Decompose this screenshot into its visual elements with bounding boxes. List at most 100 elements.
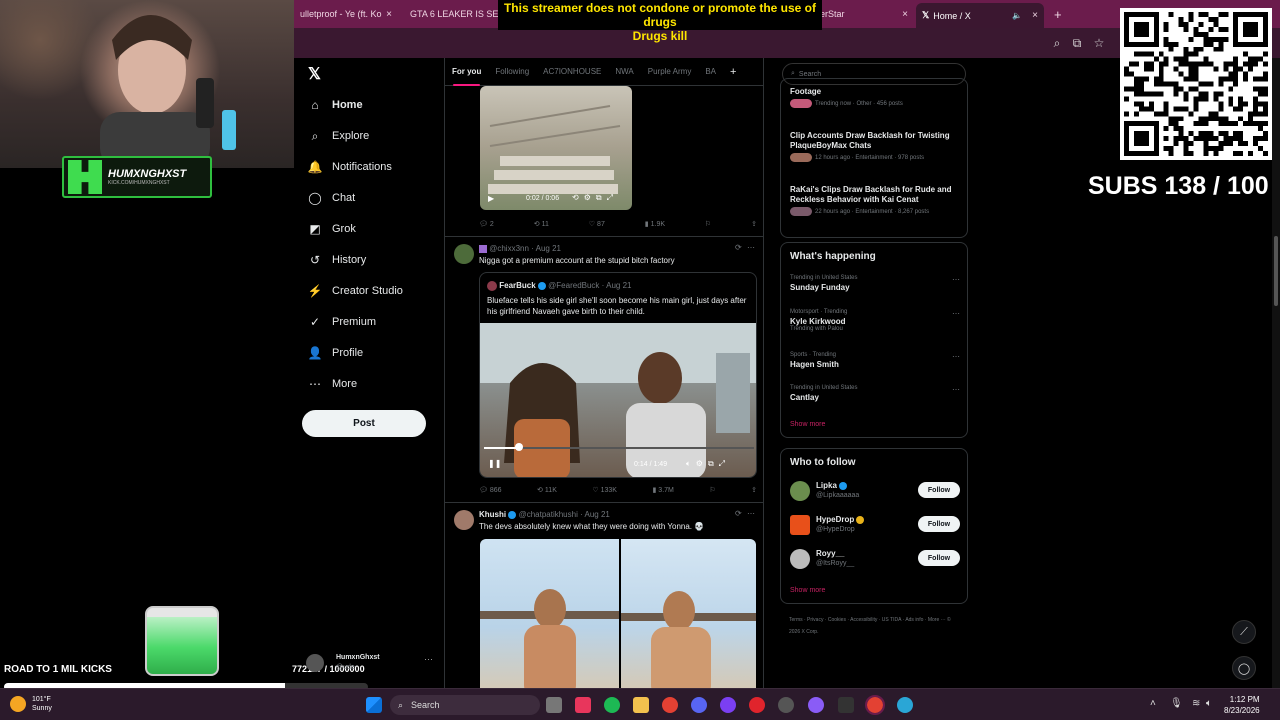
close-icon[interactable]: × xyxy=(386,9,392,20)
more-icon[interactable]: ⋯ xyxy=(952,309,960,318)
discord-icon[interactable] xyxy=(691,697,707,713)
obs-icon[interactable] xyxy=(778,697,794,713)
new-tab-button[interactable]: + xyxy=(1048,3,1068,25)
more-icon[interactable]: ⋯ xyxy=(952,385,960,394)
clock[interactable]: 1:12 PM 8/23/2026 xyxy=(1224,694,1260,716)
account-switcher[interactable]: HumxnGhxst @ude ··· xyxy=(306,652,436,674)
trend-item[interactable]: Trending in United States Cantlay ⋯ xyxy=(790,385,960,402)
tweet-handle[interactable]: @chatpatikhushi xyxy=(519,510,578,519)
trend-item[interactable]: Trending in United States Sunday Funday … xyxy=(790,275,960,292)
sidebar-item-grok[interactable]: ◩ Grok xyxy=(308,222,356,236)
bookmark-button[interactable]: ⚐ xyxy=(709,486,715,494)
app-icon[interactable] xyxy=(897,697,913,713)
sidebar-item-premium[interactable]: ✓ Premium xyxy=(308,315,376,329)
avatar[interactable] xyxy=(454,510,474,530)
trend-item[interactable]: Sports · Trending Hagen Smith ⋯ xyxy=(790,352,960,369)
more-icon[interactable]: ⋯ xyxy=(952,352,960,361)
post-button[interactable]: Post xyxy=(302,410,426,437)
video-controls[interactable]: ⟲⚙⧉⤢ xyxy=(572,193,618,203)
news-item[interactable]: RaKai's Clips Draw Backlash for Rude and… xyxy=(790,185,960,216)
sidebar-item-chat[interactable]: ◯ Chat xyxy=(308,191,355,205)
news-item[interactable]: Clip Accounts Draw Backlash for Twisting… xyxy=(790,131,960,162)
share-button[interactable]: ⇪ xyxy=(751,486,757,494)
music-icon[interactable] xyxy=(575,697,591,713)
video-controls[interactable]: 🔈︎⚙⧉⤢ xyxy=(686,459,730,469)
zoom-icon[interactable]: ⌕ xyxy=(1050,36,1064,50)
tweet-image[interactable] xyxy=(480,539,619,688)
more-icon[interactable]: ⋯ xyxy=(747,243,755,252)
follow-button[interactable]: Follow xyxy=(918,550,960,566)
chat-icon[interactable]: ◯ xyxy=(1232,656,1256,680)
app-icon[interactable] xyxy=(808,697,824,713)
news-item[interactable]: Footage Trending now · Other · 456 posts xyxy=(790,87,960,108)
quote-tweet[interactable]: FearBuck @FearedBuck · Aug 21 Blueface t… xyxy=(479,272,757,478)
sidebar-item-creator-studio[interactable]: ⚡ Creator Studio xyxy=(308,284,403,298)
browser-tab-x-home[interactable]: 𝕏 Home / X 🔈 × xyxy=(916,3,1044,28)
chrome-active-icon[interactable] xyxy=(865,695,885,715)
tab-ba[interactable]: BA xyxy=(698,58,723,86)
browser-tab-erstar[interactable]: erStar × xyxy=(814,3,914,25)
sidebar-item-notifications[interactable]: 🔔 Notifications xyxy=(308,160,392,174)
sidebar-item-history[interactable]: ↺ History xyxy=(308,253,366,267)
close-icon[interactable]: × xyxy=(902,9,908,20)
windows-start-icon[interactable] xyxy=(366,697,382,713)
show-more-link[interactable]: Show more xyxy=(790,587,825,594)
footer-links[interactable]: Terms · Privacy · Cookies · Accessibilit… xyxy=(789,614,959,638)
repost-button[interactable]: ⟲ 11K xyxy=(537,486,557,495)
more-icon[interactable]: ⋯ xyxy=(952,275,960,284)
share-button[interactable]: ⇪ xyxy=(751,220,757,228)
x-logo-icon[interactable]: 𝕏 xyxy=(308,64,321,84)
quote-video[interactable]: ❚❚ 0:14 / 1:49 🔈︎⚙⧉⤢ xyxy=(480,323,756,477)
follow-suggestion[interactable]: Lipka @Lipkaaaaaa Follow xyxy=(790,479,960,505)
grok-icon[interactable]: ⟳ xyxy=(735,509,742,518)
folder-icon[interactable] xyxy=(633,697,649,713)
tweet-video[interactable]: ▶ 0:02 / 0:06 ⟲⚙⧉⤢ xyxy=(480,86,632,210)
grok-icon[interactable]: ⟋ xyxy=(1232,620,1256,644)
follow-button[interactable]: Follow xyxy=(918,482,960,498)
sidebar-item-home[interactable]: ⌂ Home xyxy=(308,98,362,112)
avatar[interactable] xyxy=(454,244,474,264)
play-icon[interactable]: ▶ xyxy=(488,194,494,203)
like-button[interactable]: ♡ 87 xyxy=(589,220,605,229)
like-button[interactable]: ♡ 133K xyxy=(592,486,617,495)
sidebar-item-profile[interactable]: 👤 Profile xyxy=(308,346,364,360)
chrome-icon[interactable] xyxy=(662,697,678,713)
repost-button[interactable]: ⟲ 11 xyxy=(534,220,549,229)
reply-button[interactable]: 💬︎ 2 xyxy=(479,220,494,229)
follow-suggestion[interactable]: Royy__ @ItsRoyy__ Follow xyxy=(790,547,960,573)
tweet-date[interactable]: Aug 21 xyxy=(585,510,610,519)
tweet-handle[interactable]: @chixx3nn xyxy=(489,244,529,253)
tweet-image[interactable] xyxy=(621,539,756,688)
volume-icon[interactable]: 🔈︎ xyxy=(1206,698,1212,709)
bookmark-button[interactable]: ⚐ xyxy=(705,220,711,228)
tab-for-you[interactable]: For you xyxy=(445,58,488,86)
taskbar-search[interactable]: ⌕ Search xyxy=(390,695,540,715)
follow-suggestion[interactable]: HypeDrop @HypeDrop Follow xyxy=(790,513,960,539)
tweet-date[interactable]: Aug 21 xyxy=(536,244,561,253)
browser-tab-music[interactable]: ulletproof - Ye (ft. Ko × xyxy=(294,3,398,25)
close-icon[interactable]: × xyxy=(1032,10,1038,21)
spotify-icon[interactable] xyxy=(604,697,620,713)
sidebar-item-explore[interactable]: ⌕ Explore xyxy=(308,129,370,143)
video-scrubber[interactable] xyxy=(484,447,754,449)
add-tab-button[interactable]: + xyxy=(723,58,743,86)
tweet-name[interactable]: Khushi xyxy=(479,510,506,519)
tab-ac7ionhouse[interactable]: AC7IONHOUSE xyxy=(536,58,608,86)
more-icon[interactable]: ⋯ xyxy=(747,509,755,518)
terminal-icon[interactable] xyxy=(838,697,854,713)
grok-icon[interactable]: ⟳ xyxy=(735,243,742,252)
views-button[interactable]: ▮ 1.9K xyxy=(645,220,665,229)
chevron-up-icon[interactable]: ˄ xyxy=(1150,698,1156,709)
more-icon[interactable]: ··· xyxy=(424,654,433,664)
star-icon[interactable]: ☆ xyxy=(1092,36,1106,50)
tab-purple-army[interactable]: Purple Army xyxy=(641,58,699,86)
task-view-icon[interactable] xyxy=(546,697,562,713)
wifi-icon[interactable]: ≋ xyxy=(1192,698,1200,709)
app-icon[interactable] xyxy=(720,697,736,713)
weather-widget[interactable]: 101°F Sunny xyxy=(10,695,52,713)
sidebar-item-more[interactable]: ⋯ More xyxy=(308,377,357,391)
views-button[interactable]: ▮ 3.7M xyxy=(652,486,673,495)
follow-button[interactable]: Follow xyxy=(918,516,960,532)
reply-button[interactable]: 💬︎ 866 xyxy=(479,486,502,495)
install-icon[interactable]: ⧉ xyxy=(1070,36,1084,50)
